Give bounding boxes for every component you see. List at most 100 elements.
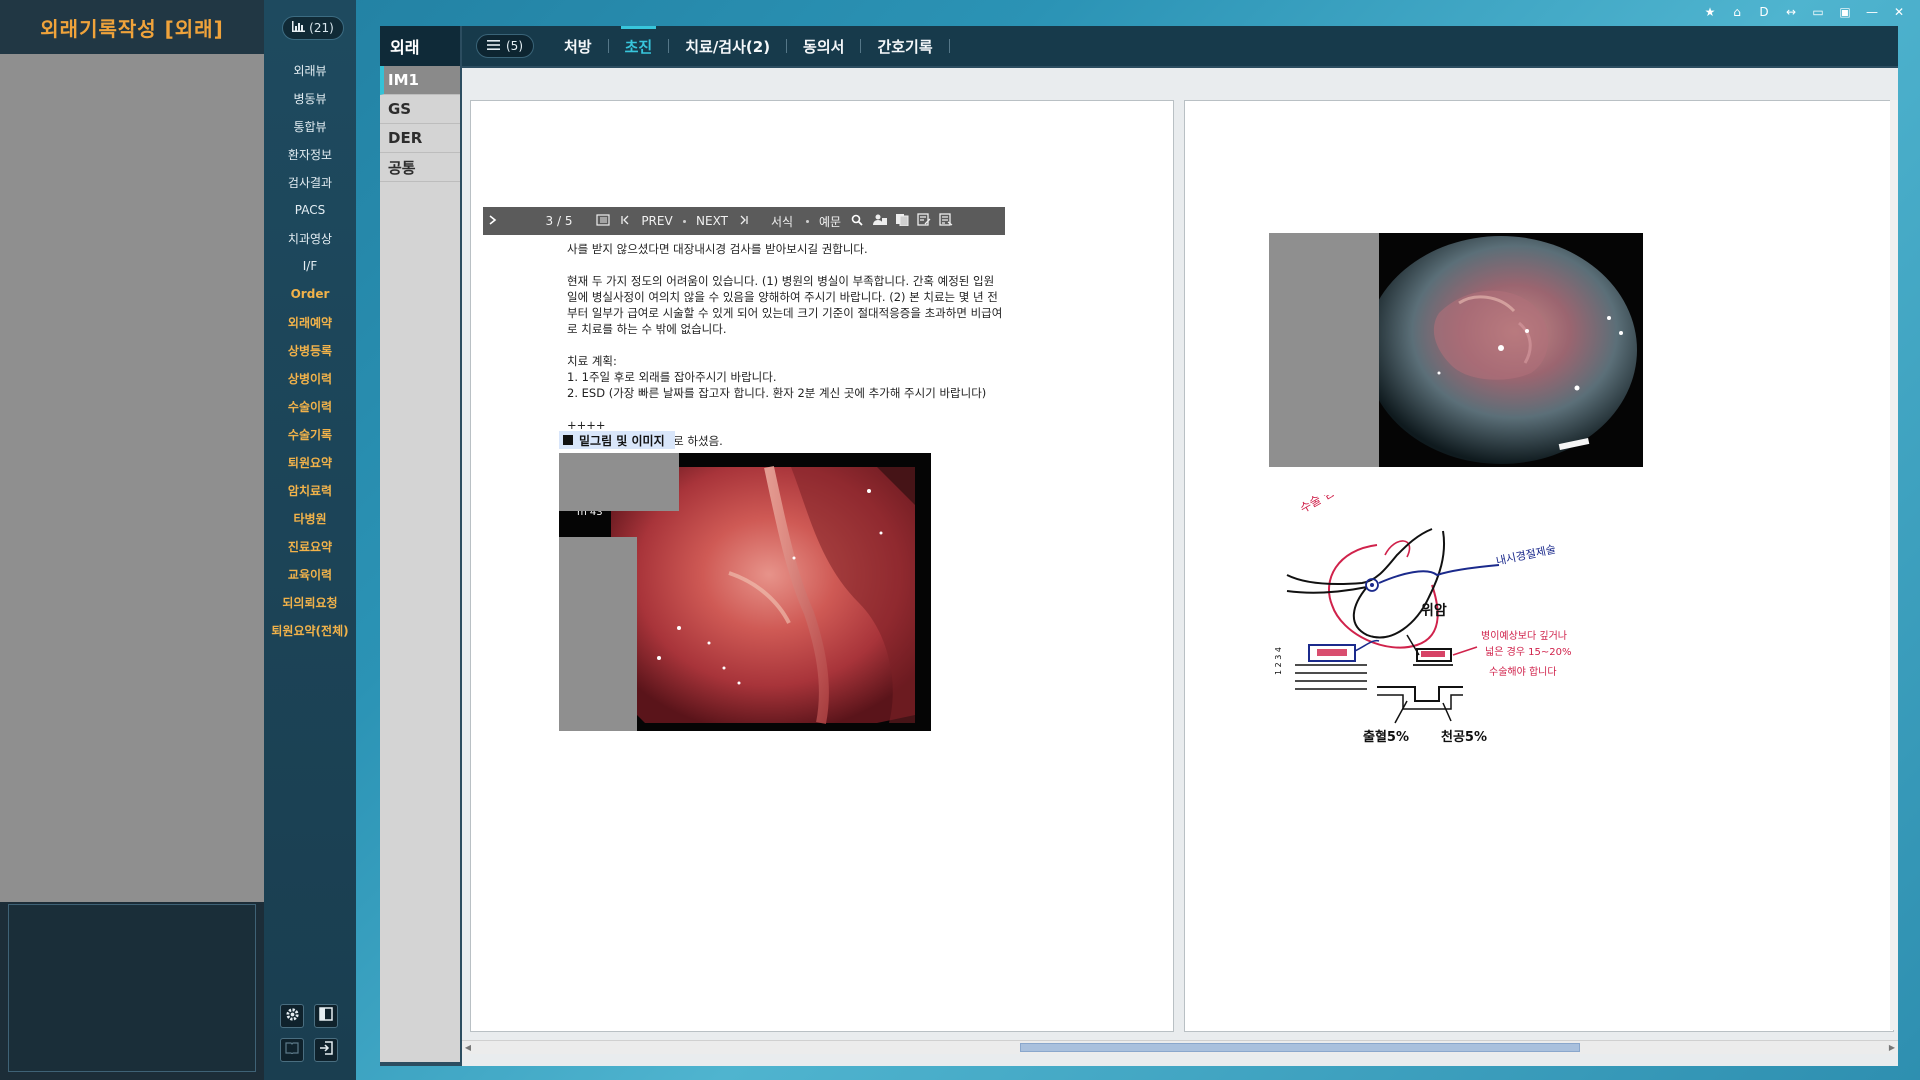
nav-item[interactable]: 진료요약 [264,532,356,560]
nav-item[interactable]: 상병이력 [264,364,356,392]
page-list-button[interactable] [593,213,613,229]
expand-button[interactable] [483,214,503,228]
user-doc-button[interactable] [869,213,891,229]
minimize-icon[interactable]: — [1863,3,1881,21]
nav-item[interactable]: 통합뷰 [264,112,356,140]
scroll-left-icon[interactable]: ◀ [462,1041,474,1054]
copy-doc-icon [895,213,909,229]
book-button[interactable] [280,1038,304,1062]
scrollbar-thumb[interactable] [1020,1043,1580,1052]
dept-label: 외래 [380,26,460,66]
nav-item[interactable]: 병동뷰 [264,84,356,112]
nav-item[interactable]: 퇴원요약(전체) [264,616,356,644]
home-icon[interactable]: ⌂ [1728,3,1746,21]
tab-bar: (5) 처방 초진 치료/검사(2) 동의서 간호기록 [462,26,1898,66]
prev-page-button[interactable]: PREV [637,214,677,228]
nav-item[interactable]: 교육이력 [264,560,356,588]
nav-item[interactable]: 치과영상 [264,224,356,252]
nav-item[interactable]: 수술이력 [264,392,356,420]
content-area: 3 / 5 PREV NEXT 서식 예문 사를 받지 않으셨다면 대장내시경 … [462,68,1898,1066]
tab[interactable]: 간호기록 [861,26,948,66]
document-line: 사를 받지 않으셨다면 대장내시경 검사를 받아보시길 권합니다. [567,242,868,256]
nav-item[interactable]: 퇴원요약 [264,448,356,476]
nav-item[interactable]: 외래예약 [264,308,356,336]
endoscopy-image-2[interactable] [1269,233,1643,467]
save-doc-icon [939,213,953,229]
department-item[interactable]: IM1 [380,66,460,95]
section-heading: 밑그림 및 이미지 [559,431,675,449]
tab[interactable]: 동의서 [787,26,860,66]
redacted-block [1269,233,1379,467]
horizontal-scrollbar[interactable]: ◀ ▶ [462,1040,1898,1054]
document-line: 현재 두 가지 정도의 어려움이 있습니다. (1) 병원의 병실이 부족합니다… [567,274,995,288]
layer-scale-mark: 1 2 3 4 [1274,647,1283,675]
redacted-block [559,453,679,511]
list-icon [487,39,500,53]
department-item[interactable]: GS [380,95,460,124]
pin-icon[interactable]: ★ [1701,3,1719,21]
department-item[interactable]: 공통 [380,153,460,182]
scroll-right-icon[interactable]: ▶ [1886,1041,1898,1054]
bar-chart-icon [292,21,306,35]
nav-item[interactable]: I/F [264,252,356,280]
format-button[interactable]: 서식 [764,213,800,230]
settings-button[interactable] [280,1004,304,1028]
document-page-left: 3 / 5 PREV NEXT 서식 예문 사를 받지 않으셨다면 대장내시경 … [470,100,1174,1032]
nav-item[interactable]: 되의뢰요청 [264,588,356,616]
nav-item[interactable]: 상병등록 [264,336,356,364]
close-icon[interactable]: ✕ [1890,3,1908,21]
nav-item[interactable]: PACS [264,196,356,224]
document-line: 일에 병실사정이 여의치 않을 수 있음을 양해하여 주시기 바랍니다. (2)… [567,290,998,304]
nav-item[interactable]: 검사결과 [264,168,356,196]
first-page-icon [620,214,630,228]
nav-item[interactable]: 타병원 [264,504,356,532]
window-controls: ★ ⌂ D ↔ ▭ ▣ — ✕ [1701,2,1908,22]
d-icon[interactable]: D [1755,3,1773,21]
note-risk-3: 수술해야 합니다 [1489,665,1557,678]
note-surgery-range: 수술 범위 위 2/3 [1298,495,1379,516]
list-button[interactable]: (5) [476,34,534,58]
first-page-button[interactable] [613,214,637,228]
document-line: 1. 1주일 후로 외래를 잡아주시기 바랍니다. [567,370,777,384]
edit-doc-button[interactable] [913,213,935,229]
monitor-icon[interactable]: ▭ [1809,3,1827,21]
next-page-button[interactable]: NEXT [692,214,732,228]
endoscopy-image-1[interactable]: m 43 [559,453,931,731]
section-heading-text: 밑그림 및 이미지 [579,433,665,448]
department-item[interactable]: DER [380,124,460,153]
department-list-background [380,182,460,1062]
nav-column: (21) 외래뷰 병동뷰 통합뷰 환자정보 검사결과 PACS 치과영상 I/F Order 외래… [264,0,356,1080]
logout-icon [319,1041,333,1059]
user-doc-icon [873,213,887,229]
viewer-toolbar: 3 / 5 PREV NEXT 서식 예문 [483,207,1005,235]
nav-item[interactable]: 암치료력 [264,476,356,504]
separator-dot [806,219,809,223]
resize-icon[interactable]: ↔ [1782,3,1800,21]
last-page-button[interactable] [732,214,756,228]
document-line: 로 치료를 하는 수 밖에 없습니다. [567,322,727,336]
note-bleeding: 출혈5% [1363,729,1409,745]
tab[interactable]: 치료/검사(2) [669,26,786,66]
page-list-icon [596,213,610,229]
search-button[interactable] [845,214,869,229]
patient-panel: 외래기록작성 [외래] [0,0,264,1080]
layout-toggle-button[interactable] [314,1004,338,1028]
logout-button[interactable] [314,1038,338,1062]
copy-doc-button[interactable] [891,213,913,229]
nav-item[interactable]: 수술기록 [264,420,356,448]
tab[interactable]: 초진 [609,26,669,66]
book-icon [285,1042,299,1058]
tab[interactable]: 처방 [548,26,608,66]
nav-item[interactable]: 외래뷰 [264,56,356,84]
document-text: 사를 받지 않으셨다면 대장내시경 검사를 받아보시길 권합니다. 현재 두 가지… [567,241,1107,449]
screen-icon[interactable]: ▣ [1836,3,1854,21]
sample-button[interactable]: 예문 [815,213,845,230]
tabs: 처방 초진 치료/검사(2) 동의서 간호기록 [548,26,950,66]
nav-item[interactable]: Order [264,280,356,308]
save-doc-button[interactable] [935,213,957,229]
document-line [567,401,1107,417]
stats-button[interactable]: (21) [282,16,344,40]
vertical-scrollbar[interactable] [1890,100,1898,1030]
nav-item[interactable]: 환자정보 [264,140,356,168]
patient-bottom-area [8,904,256,1072]
